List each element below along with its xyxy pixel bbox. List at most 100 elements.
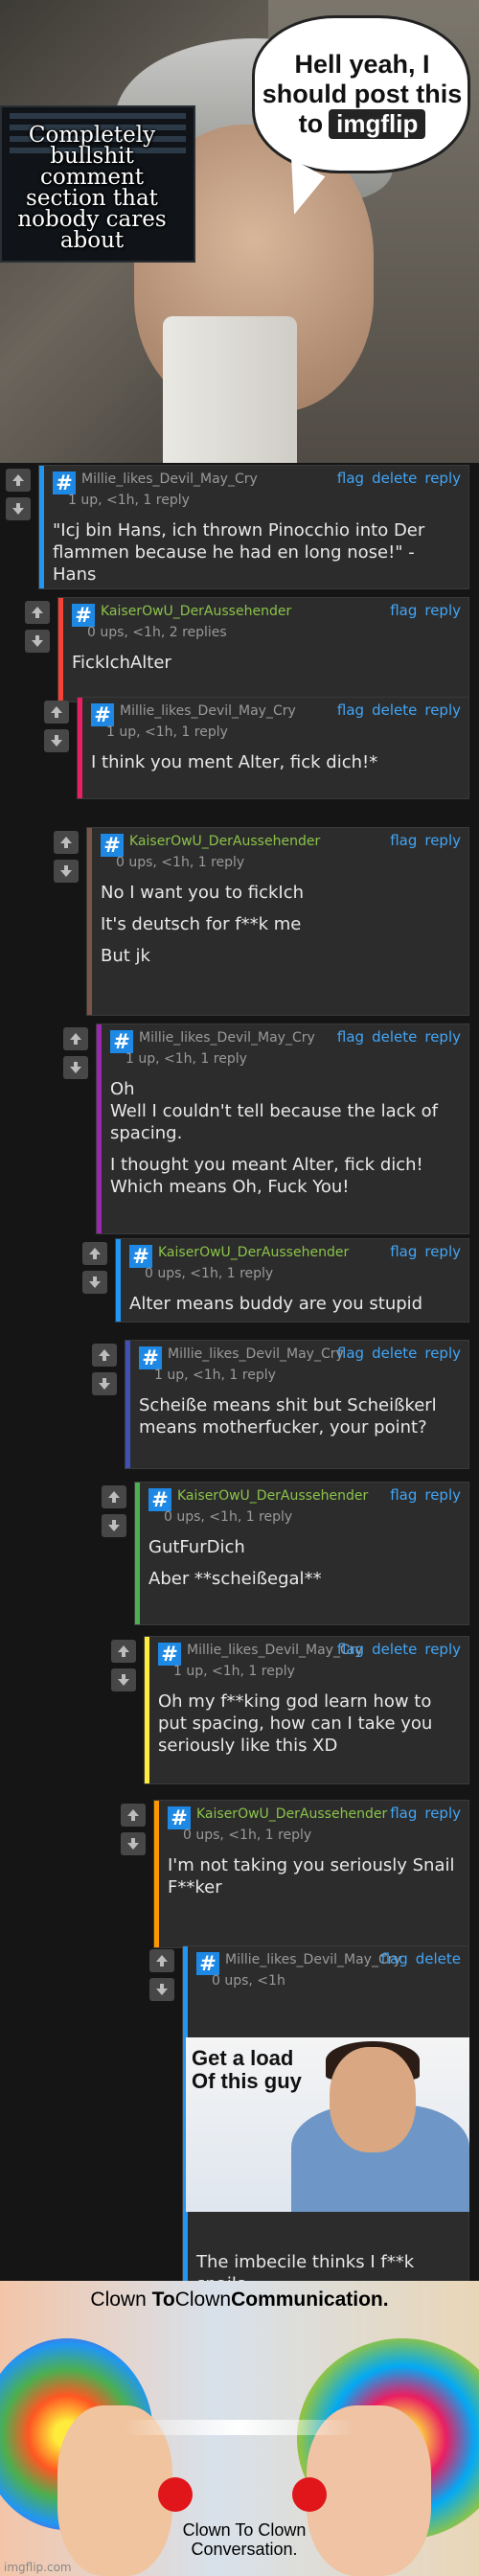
downvote-button[interactable] bbox=[54, 860, 79, 883]
reply-link[interactable]: reply bbox=[424, 1805, 461, 1822]
upvote-button[interactable] bbox=[111, 1640, 136, 1663]
reply-link[interactable]: reply bbox=[424, 832, 461, 849]
comment-actions: flag reply bbox=[382, 1805, 461, 1822]
arrow-down-icon bbox=[118, 1674, 129, 1686]
flag-link[interactable]: flag bbox=[390, 602, 417, 619]
flag-link[interactable]: flag bbox=[390, 1243, 417, 1260]
flag-link[interactable]: flag bbox=[337, 470, 364, 487]
delete-link[interactable]: delete bbox=[372, 1345, 417, 1362]
upvote-button[interactable] bbox=[63, 1027, 88, 1050]
flag-link[interactable]: flag bbox=[381, 1950, 408, 1967]
user-avatar-icon[interactable]: # bbox=[129, 1245, 152, 1268]
reply-link[interactable]: reply bbox=[424, 1243, 461, 1260]
comment-actions: flag reply bbox=[382, 1486, 461, 1504]
comment-image-caption: Get a load Of this guy bbox=[192, 2046, 302, 2093]
user-avatar-icon[interactable]: # bbox=[196, 1952, 219, 1975]
vote-buttons bbox=[149, 1949, 174, 2007]
flag-link[interactable]: flag bbox=[337, 702, 364, 719]
user-avatar-icon[interactable]: # bbox=[53, 472, 76, 494]
user-avatar-icon[interactable]: # bbox=[148, 1488, 171, 1511]
downvote-button[interactable] bbox=[6, 497, 31, 520]
upvote-button[interactable] bbox=[25, 601, 50, 624]
downvote-button[interactable] bbox=[102, 1514, 126, 1537]
user-avatar-icon[interactable]: # bbox=[101, 834, 124, 857]
flag-link[interactable]: flag bbox=[337, 1028, 364, 1046]
username-link[interactable]: Millie_likes_Devil_May_Cry bbox=[81, 472, 258, 487]
arrow-up-icon bbox=[60, 837, 72, 848]
downvote-button[interactable] bbox=[92, 1372, 117, 1395]
username-link[interactable]: KaiserOwU_DerAussehender bbox=[196, 1806, 387, 1822]
username-link[interactable]: KaiserOwU_DerAussehender bbox=[158, 1245, 349, 1260]
user-avatar-icon[interactable]: # bbox=[158, 1643, 181, 1666]
comment-paragraph: Oh Well I couldn't tell because the lack… bbox=[110, 1079, 438, 1143]
watermark: imgflip.com bbox=[4, 2561, 72, 2574]
reply-link[interactable]: reply bbox=[424, 1641, 461, 1658]
reply-link[interactable]: reply bbox=[424, 470, 461, 487]
comment-text: Alter means buddy are you stupid bbox=[129, 1293, 455, 1324]
delete-link[interactable]: delete bbox=[372, 470, 417, 487]
reply-link[interactable]: reply bbox=[424, 702, 461, 719]
comment-actions: flag reply bbox=[382, 602, 461, 619]
reply-link[interactable]: reply bbox=[424, 1486, 461, 1504]
comment: # KaiserOwU_DerAussehender 0 ups, <1h, 2 r… bbox=[57, 597, 469, 702]
imgflip-logo: imgflip bbox=[329, 109, 426, 139]
downvote-button[interactable] bbox=[63, 1056, 88, 1079]
comment-meta: 1 up, <1h, 1 reply bbox=[154, 1368, 276, 1383]
user-avatar-icon[interactable]: # bbox=[168, 1806, 191, 1829]
flag-link[interactable]: flag bbox=[337, 1345, 364, 1362]
comment-paragraph: I'm not taking you seriously Snail F**ke… bbox=[168, 1855, 455, 1898]
flag-link[interactable]: flag bbox=[390, 1486, 417, 1504]
delete-link[interactable]: delete bbox=[372, 1028, 417, 1046]
delete-link[interactable]: delete bbox=[372, 702, 417, 719]
upvote-button[interactable] bbox=[149, 1949, 174, 1972]
username-link[interactable]: KaiserOwU_DerAussehender bbox=[129, 834, 320, 849]
thread-color-bar bbox=[135, 1483, 140, 1624]
comment-paragraph: It's deutsch for f**k me bbox=[101, 914, 302, 934]
thread-color-bar bbox=[39, 466, 44, 588]
downvote-button[interactable] bbox=[111, 1668, 136, 1691]
reply-link[interactable]: reply bbox=[424, 1345, 461, 1362]
flag-link[interactable]: flag bbox=[337, 1641, 364, 1658]
downvote-button[interactable] bbox=[82, 1271, 107, 1294]
username-link[interactable]: Millie_likes_Devil_May_Cry bbox=[139, 1030, 315, 1046]
upvote-button[interactable] bbox=[54, 831, 79, 854]
thread-color-bar bbox=[58, 598, 63, 702]
downvote-button[interactable] bbox=[121, 1832, 146, 1855]
upvote-button[interactable] bbox=[121, 1804, 146, 1827]
arrow-down-icon bbox=[127, 1838, 139, 1850]
comment-paragraph: GutFurDich bbox=[148, 1537, 245, 1557]
downvote-button[interactable] bbox=[25, 630, 50, 653]
arrow-down-icon bbox=[32, 635, 43, 647]
downvote-button[interactable] bbox=[44, 729, 69, 752]
comment-actions: flag delete reply bbox=[330, 1641, 461, 1658]
comment-paragraph: Scheiße means shit but Scheißkerl means … bbox=[139, 1395, 437, 1438]
upvote-button[interactable] bbox=[6, 469, 31, 492]
user-avatar-icon[interactable]: # bbox=[91, 703, 114, 726]
comment-actions: flag reply bbox=[382, 832, 461, 849]
arrow-up-icon bbox=[70, 1033, 81, 1045]
user-avatar-icon[interactable]: # bbox=[72, 604, 95, 627]
delete-link[interactable]: delete bbox=[416, 1950, 461, 1967]
vote-buttons bbox=[25, 601, 50, 658]
downvote-button[interactable] bbox=[149, 1978, 174, 2001]
flag-link[interactable]: flag bbox=[390, 832, 417, 849]
username-link[interactable]: Millie_likes_Devil_May_Cry bbox=[168, 1346, 344, 1362]
vote-buttons bbox=[54, 831, 79, 888]
upvote-button[interactable] bbox=[102, 1485, 126, 1508]
reply-link[interactable]: reply bbox=[424, 602, 461, 619]
comment-actions: flag delete bbox=[374, 1950, 461, 1967]
user-avatar-icon[interactable]: # bbox=[110, 1030, 133, 1053]
username-link[interactable]: Millie_likes_Devil_May_Cry bbox=[120, 703, 296, 719]
username-link[interactable]: KaiserOwU_DerAussehender bbox=[177, 1488, 368, 1504]
username-link[interactable]: KaiserOwU_DerAussehender bbox=[101, 604, 291, 619]
user-avatar-icon[interactable]: # bbox=[139, 1346, 162, 1369]
comment-text: GutFurDich Aber **scheißegal** bbox=[148, 1536, 455, 1599]
reply-link[interactable]: reply bbox=[424, 1028, 461, 1046]
upvote-button[interactable] bbox=[82, 1242, 107, 1265]
thread-color-bar bbox=[145, 1637, 149, 1783]
delete-link[interactable]: delete bbox=[372, 1641, 417, 1658]
flag-link[interactable]: flag bbox=[390, 1805, 417, 1822]
arrow-up-icon bbox=[51, 706, 62, 718]
upvote-button[interactable] bbox=[92, 1344, 117, 1367]
upvote-button[interactable] bbox=[44, 701, 69, 724]
